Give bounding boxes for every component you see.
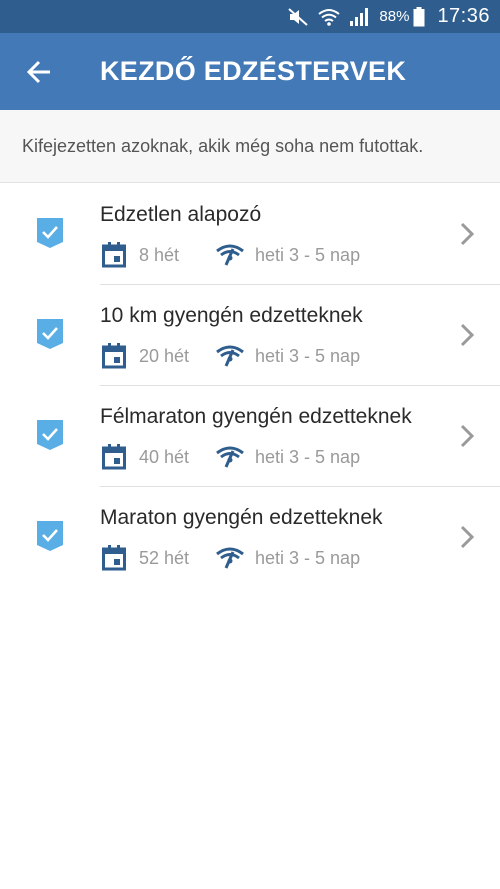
status-time: 17:36 xyxy=(437,5,490,27)
signal-icon xyxy=(349,7,371,27)
plan-item[interactable]: Maraton gyengén edzetteknek 52 hét heti … xyxy=(0,487,500,588)
app-bar: KEZDŐ EDZÉSTERVEK xyxy=(0,33,500,110)
plan-item[interactable]: 10 km gyengén edzetteknek 20 hét heti 3 … xyxy=(0,285,500,386)
plan-list: Edzetlen alapozó 8 hét heti 3 - 5 nap 10… xyxy=(0,184,500,588)
plan-item[interactable]: Félmaraton gyengén edzetteknek 40 hét he… xyxy=(0,386,500,487)
plan-meta: 20 hét heti 3 - 5 nap xyxy=(102,343,360,369)
calendar-icon xyxy=(102,545,126,571)
calendar-icon xyxy=(102,242,126,268)
plan-name: Félmaraton gyengén edzetteknek xyxy=(100,405,412,428)
wifi-icon xyxy=(317,7,341,27)
plan-frequency: heti 3 - 5 nap xyxy=(255,244,361,265)
plan-item[interactable]: Edzetlen alapozó 8 hét heti 3 - 5 nap xyxy=(0,184,500,285)
check-badge-icon xyxy=(37,218,63,248)
running-frequency-icon xyxy=(216,547,244,569)
back-button[interactable] xyxy=(0,33,78,110)
plan-weeks: 52 hét xyxy=(139,547,190,568)
plan-name: Maraton gyengén edzetteknek xyxy=(100,506,383,529)
chevron-right-icon xyxy=(460,424,474,448)
arrow-back-icon xyxy=(26,60,50,83)
subtitle-text: Kifejezetten azoknak, akik még soha nem … xyxy=(22,135,424,156)
calendar-icon xyxy=(102,343,126,369)
mute-icon xyxy=(287,7,309,27)
check-badge-icon xyxy=(37,420,63,450)
running-frequency-icon xyxy=(216,244,244,266)
check-badge-icon xyxy=(37,319,63,349)
chevron-right-icon xyxy=(460,222,474,246)
chevron-right-icon xyxy=(460,525,474,549)
plan-meta: 40 hét heti 3 - 5 nap xyxy=(102,444,360,470)
plan-name: 10 km gyengén edzetteknek xyxy=(100,304,363,327)
plan-meta: 52 hét heti 3 - 5 nap xyxy=(102,545,360,571)
plan-weeks: 20 hét xyxy=(139,345,190,366)
running-frequency-icon xyxy=(216,345,244,367)
subtitle-block: Kifejezetten azoknak, akik még soha nem … xyxy=(0,110,500,183)
check-badge-icon xyxy=(37,521,63,551)
battery-percent: 88% xyxy=(379,8,410,25)
status-bar: 88% 17:36 xyxy=(0,0,500,33)
plan-meta: 8 hét heti 3 - 5 nap xyxy=(102,242,360,268)
plan-frequency: heti 3 - 5 nap xyxy=(255,547,361,568)
calendar-icon xyxy=(102,444,126,470)
plan-frequency: heti 3 - 5 nap xyxy=(255,446,361,467)
plan-weeks: 8 hét xyxy=(139,244,180,265)
page-title: KEZDŐ EDZÉSTERVEK xyxy=(100,56,407,86)
running-frequency-icon xyxy=(216,446,244,468)
chevron-right-icon xyxy=(460,323,474,347)
plan-weeks: 40 hét xyxy=(139,446,190,467)
battery-icon xyxy=(413,6,425,27)
plan-frequency: heti 3 - 5 nap xyxy=(255,345,361,366)
plan-name: Edzetlen alapozó xyxy=(100,203,262,226)
